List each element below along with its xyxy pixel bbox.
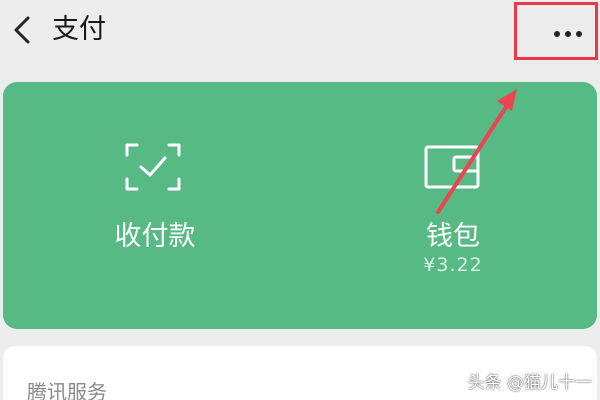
ellipsis-icon xyxy=(554,31,582,37)
collect-pay-button[interactable]: 收付款 xyxy=(65,137,245,287)
top-navigation-bar: 支付 xyxy=(0,0,600,66)
wallet-balance: ¥3.22 xyxy=(423,254,483,276)
watermark-text: 头条 @猫儿十一 xyxy=(467,373,592,393)
services-title: 腾讯服务 xyxy=(27,380,107,400)
chevron-left-icon xyxy=(14,16,30,44)
payment-card: 收付款 钱包 ¥3.22 xyxy=(3,82,597,329)
wallet-label: 钱包 xyxy=(426,221,480,252)
page-title: 支付 xyxy=(52,14,106,45)
wallet-button[interactable]: 钱包 ¥3.22 xyxy=(363,137,543,287)
scan-check-icon xyxy=(125,143,181,191)
back-button[interactable] xyxy=(6,12,38,48)
more-options-button[interactable] xyxy=(514,2,598,60)
wallet-card-icon xyxy=(424,145,480,189)
collect-pay-label: 收付款 xyxy=(114,221,196,252)
